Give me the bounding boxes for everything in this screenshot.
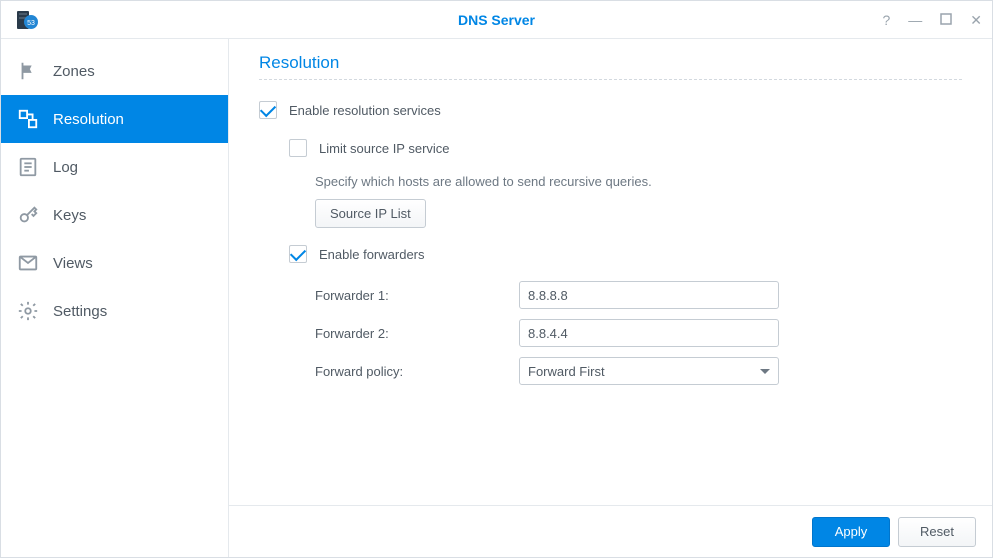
sidebar-item-log[interactable]: Log	[1, 143, 228, 191]
resolution-icon	[17, 108, 39, 130]
close-icon[interactable]: ✕	[970, 13, 982, 27]
sidebar-item-label: Settings	[53, 303, 107, 320]
forwarder2-input[interactable]	[519, 319, 779, 347]
sidebar-item-zones[interactable]: Zones	[1, 47, 228, 95]
forward-policy-value: Forward First	[528, 364, 605, 379]
limit-source-ip-checkbox[interactable]	[289, 139, 307, 157]
forwarder1-label: Forwarder 1:	[315, 288, 519, 303]
apply-button[interactable]: Apply	[812, 517, 890, 547]
limit-source-ip-help: Specify which hosts are allowed to send …	[259, 170, 962, 199]
sidebar-item-label: Resolution	[53, 111, 124, 128]
source-ip-list-button[interactable]: Source IP List	[315, 199, 426, 228]
sidebar-item-settings[interactable]: Settings	[1, 287, 228, 335]
gear-icon	[17, 300, 39, 322]
forwarder2-row: Forwarder 2:	[259, 314, 962, 352]
divider	[259, 79, 962, 80]
titlebar: 53 DNS Server ? — ✕	[1, 1, 992, 39]
forwarder1-input[interactable]	[519, 281, 779, 309]
main-panel: Resolution Enable resolution services Li…	[229, 39, 992, 557]
limit-source-ip-label: Limit source IP service	[319, 141, 450, 156]
forward-policy-select[interactable]: Forward First	[519, 357, 779, 385]
enable-forwarders-label: Enable forwarders	[319, 247, 425, 262]
enable-forwarders-checkbox[interactable]	[289, 245, 307, 263]
app-icon: 53	[15, 8, 39, 32]
key-icon	[17, 204, 39, 226]
window-title: DNS Server	[1, 12, 992, 28]
source-ip-list-row: Source IP List	[259, 199, 962, 228]
sidebar-item-label: Keys	[53, 207, 86, 224]
body: Zones Resolution Log Keys	[1, 39, 992, 557]
limit-source-ip-row: Limit source IP service	[259, 132, 962, 164]
maximize-icon[interactable]	[940, 13, 952, 27]
content: Resolution Enable resolution services Li…	[229, 39, 992, 505]
sidebar-item-label: Log	[53, 159, 78, 176]
forwarder2-label: Forwarder 2:	[315, 326, 519, 341]
log-icon	[17, 156, 39, 178]
sidebar-item-resolution[interactable]: Resolution	[1, 95, 228, 143]
svg-text:53: 53	[27, 20, 35, 27]
flag-icon	[17, 60, 39, 82]
enable-resolution-label: Enable resolution services	[289, 103, 441, 118]
help-icon[interactable]: ?	[882, 13, 890, 27]
chevron-down-icon	[760, 369, 770, 374]
minimize-icon[interactable]: —	[908, 13, 922, 27]
enable-forwarders-row: Enable forwarders	[259, 238, 962, 270]
section-title: Resolution	[259, 53, 962, 73]
window-controls: ? — ✕	[882, 13, 982, 27]
footer: Apply Reset	[229, 505, 992, 557]
forward-policy-row: Forward policy: Forward First	[259, 352, 962, 390]
enable-resolution-checkbox[interactable]	[259, 101, 277, 119]
sidebar-item-views[interactable]: Views	[1, 239, 228, 287]
app-window: 53 DNS Server ? — ✕ Zones Resolution	[0, 0, 993, 558]
views-icon	[17, 252, 39, 274]
reset-button[interactable]: Reset	[898, 517, 976, 547]
enable-resolution-row: Enable resolution services	[259, 94, 962, 126]
sidebar-item-label: Views	[53, 255, 93, 272]
forwarder1-row: Forwarder 1:	[259, 276, 962, 314]
sidebar-item-label: Zones	[53, 63, 95, 80]
sidebar-item-keys[interactable]: Keys	[1, 191, 228, 239]
forward-policy-label: Forward policy:	[315, 364, 519, 379]
sidebar: Zones Resolution Log Keys	[1, 39, 229, 557]
